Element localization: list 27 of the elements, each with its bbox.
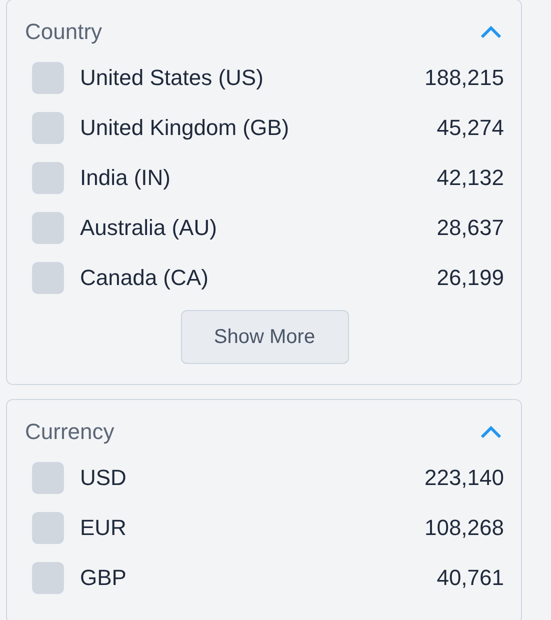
checkbox[interactable] — [32, 162, 64, 194]
option-label: Australia (AU) — [80, 215, 218, 241]
option-count: 40,761 — [436, 565, 504, 591]
option-count: 26,199 — [436, 265, 504, 291]
option-count: 28,637 — [436, 215, 504, 241]
option-label: India (IN) — [80, 165, 172, 191]
checkbox[interactable] — [32, 112, 64, 144]
option-label: USD — [80, 465, 128, 491]
option-count: 108,268 — [424, 515, 504, 541]
checkbox[interactable] — [32, 62, 64, 94]
option-count: 45,274 — [436, 115, 504, 141]
option-count: 223,140 — [424, 465, 504, 491]
checkbox[interactable] — [32, 562, 64, 594]
option-label: United States (US) — [80, 65, 264, 91]
option-label: EUR — [80, 515, 128, 541]
filter-title: Country — [25, 19, 102, 45]
filter-title: Currency — [25, 419, 114, 445]
show-more-button[interactable]: Show More — [180, 310, 348, 364]
checkbox[interactable] — [32, 462, 64, 494]
checkbox[interactable] — [32, 262, 64, 294]
option-count: 42,132 — [436, 165, 504, 191]
checkbox[interactable] — [32, 212, 64, 244]
option-label: GBP — [80, 565, 128, 591]
option-label: United Kingdom (GB) — [80, 115, 290, 141]
option-label: Canada (CA) — [80, 265, 210, 291]
option-count: 188,215 — [424, 65, 504, 91]
checkbox[interactable] — [32, 512, 64, 544]
